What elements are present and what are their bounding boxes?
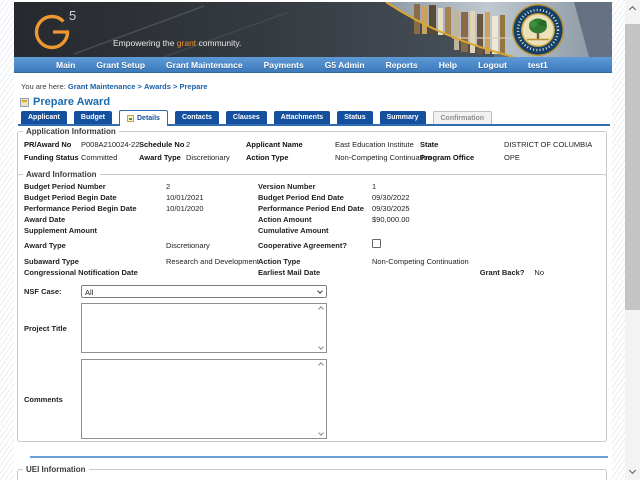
nsf-case-select[interactable]: All — [81, 285, 327, 298]
project-title-row: Project Title — [22, 303, 602, 353]
breadcrumb-grant-maintenance[interactable]: Grant Maintenance — [68, 82, 136, 91]
action-type-value: Non-Competing Continuation — [335, 151, 420, 164]
applicant-name-value: East Education Institute — [335, 138, 420, 151]
tab-confirmation: Confirmation — [433, 111, 493, 124]
state-value: DISTRICT OF COLUMBIA — [504, 138, 602, 151]
comments-row: Comments — [22, 359, 602, 439]
application-info-row: PR/Award No P008A210024-22 Schedule No 2… — [22, 138, 602, 151]
version-number-value: 1 — [372, 181, 602, 192]
funding-status-value: Committed — [81, 151, 139, 164]
section-divider — [30, 456, 608, 458]
g5-logo-five: 5 — [69, 8, 77, 23]
tab-status[interactable]: Status — [337, 111, 372, 124]
scroll-up-button[interactable] — [625, 2, 640, 17]
grant-back-value: No — [534, 267, 544, 278]
scroll-down-button[interactable] — [625, 463, 640, 478]
tab-clauses[interactable]: Clauses — [226, 111, 267, 124]
nav-help[interactable]: Help — [439, 60, 457, 70]
breadcrumb-separator: > — [137, 82, 141, 91]
nsf-case-row: NSF Case: All — [22, 285, 602, 298]
award-row: Award Date Action Amount $90,000.00 — [22, 214, 602, 225]
chevron-up-icon — [318, 306, 324, 312]
uei-information-section: UEI Information — [17, 465, 607, 480]
tab-applicant[interactable]: Applicant — [21, 111, 67, 124]
award-type-value: Discretionary — [186, 151, 246, 164]
nav-payments[interactable]: Payments — [264, 60, 304, 70]
project-title-label: Project Title — [24, 324, 81, 333]
nav-grant-setup[interactable]: Grant Setup — [96, 60, 145, 70]
award-row: Budget Period Begin Date 10/01/2021 Budg… — [22, 192, 602, 203]
performance-period-end-date-value: 09/30/2025 — [372, 203, 602, 214]
nav-user-test1[interactable]: test1 — [528, 60, 548, 70]
breadcrumb-prepare[interactable]: Prepare — [180, 82, 208, 91]
award-information-title: Award Information — [23, 170, 100, 179]
award-row: Congressional Notification Date Earliest… — [22, 267, 602, 278]
main-nav: Main Grant Setup Grant Maintenance Payme… — [14, 57, 612, 73]
budget-period-number-value: 2 — [166, 181, 258, 192]
project-title-textarea[interactable] — [81, 303, 327, 353]
details-tab-icon — [127, 115, 134, 122]
award-row: Award Type Discretionary Cooperative Agr… — [22, 239, 602, 251]
application-information-title: Application Information — [23, 127, 119, 136]
award-type-detail-value: Discretionary — [166, 240, 258, 251]
application-info-row: Funding Status Committed Award Type Disc… — [22, 151, 602, 164]
nav-main[interactable]: Main — [56, 60, 75, 70]
header-banner: 5 Empowering the grant community. — [14, 2, 612, 57]
comments-label: Comments — [24, 395, 81, 404]
banner-artwork — [14, 2, 612, 57]
chevron-down-icon — [629, 467, 636, 474]
cooperative-agreement-checkbox[interactable] — [372, 239, 381, 248]
page-title-row: Prepare Award — [20, 96, 110, 108]
award-row: Subaward Type Research and Development A… — [22, 256, 602, 267]
g5-application-window: 5 Empowering the grant community. Main G… — [0, 0, 640, 480]
chevron-down-icon — [318, 344, 324, 350]
performance-period-begin-date-value: 10/01/2020 — [166, 203, 258, 214]
award-row: Supplement Amount Cumulative Amount — [22, 225, 602, 236]
nsf-case-label: NSF Case: — [24, 287, 81, 296]
breadcrumb: You are here: Grant Maintenance > Awards… — [21, 82, 207, 91]
grant-back-label: Grant Back? — [480, 267, 525, 278]
budget-period-end-date-value: 09/30/2022 — [372, 192, 602, 203]
award-row: Performance Period Begin Date 10/01/2020… — [22, 203, 602, 214]
chevron-up-icon — [318, 362, 324, 368]
pr-award-no-value: P008A210024-22 — [81, 138, 139, 151]
uei-information-title: UEI Information — [23, 465, 89, 474]
award-row: Budget Period Number 2 Version Number 1 — [22, 181, 602, 192]
chevron-up-icon — [629, 6, 636, 13]
comments-textarea[interactable] — [81, 359, 327, 439]
tagline: Empowering the grant community. — [113, 38, 241, 48]
chevron-down-icon — [317, 288, 323, 294]
nav-g5-admin[interactable]: G5 Admin — [325, 60, 365, 70]
tab-contacts[interactable]: Contacts — [175, 111, 219, 124]
page-title: Prepare Award — [33, 96, 110, 108]
tab-attachments[interactable]: Attachments — [274, 111, 330, 124]
department-of-education-seal — [512, 4, 564, 56]
tab-details[interactable]: Details — [119, 110, 168, 126]
nav-logout[interactable]: Logout — [478, 60, 507, 70]
nav-grant-maintenance[interactable]: Grant Maintenance — [166, 60, 243, 70]
breadcrumb-awards[interactable]: Awards — [144, 82, 171, 91]
vertical-scrollbar[interactable] — [625, 0, 640, 480]
tab-bar: Applicant Budget Details Contacts Clause… — [18, 110, 610, 126]
program-office-value: OPE — [504, 151, 602, 164]
content-area: 5 Empowering the grant community. Main G… — [14, 0, 612, 480]
chevron-down-icon — [318, 430, 324, 436]
award-information-section: Award Information Budget Period Number 2… — [17, 170, 607, 442]
breadcrumb-prefix: You are here: — [21, 82, 66, 91]
nav-reports[interactable]: Reports — [386, 60, 418, 70]
action-amount-value: $90,000.00 — [372, 214, 602, 225]
action-type-detail-value: Non-Competing Continuation — [372, 256, 602, 267]
breadcrumb-separator: > — [173, 82, 177, 91]
budget-period-begin-date-value: 10/01/2021 — [166, 192, 258, 203]
scrollbar-thumb[interactable] — [625, 24, 640, 310]
tab-summary[interactable]: Summary — [380, 111, 426, 124]
tab-budget[interactable]: Budget — [74, 111, 112, 124]
prepare-award-icon — [20, 98, 29, 107]
subaward-type-value: Research and Development — [166, 256, 258, 267]
schedule-no-value: 2 — [186, 138, 246, 151]
